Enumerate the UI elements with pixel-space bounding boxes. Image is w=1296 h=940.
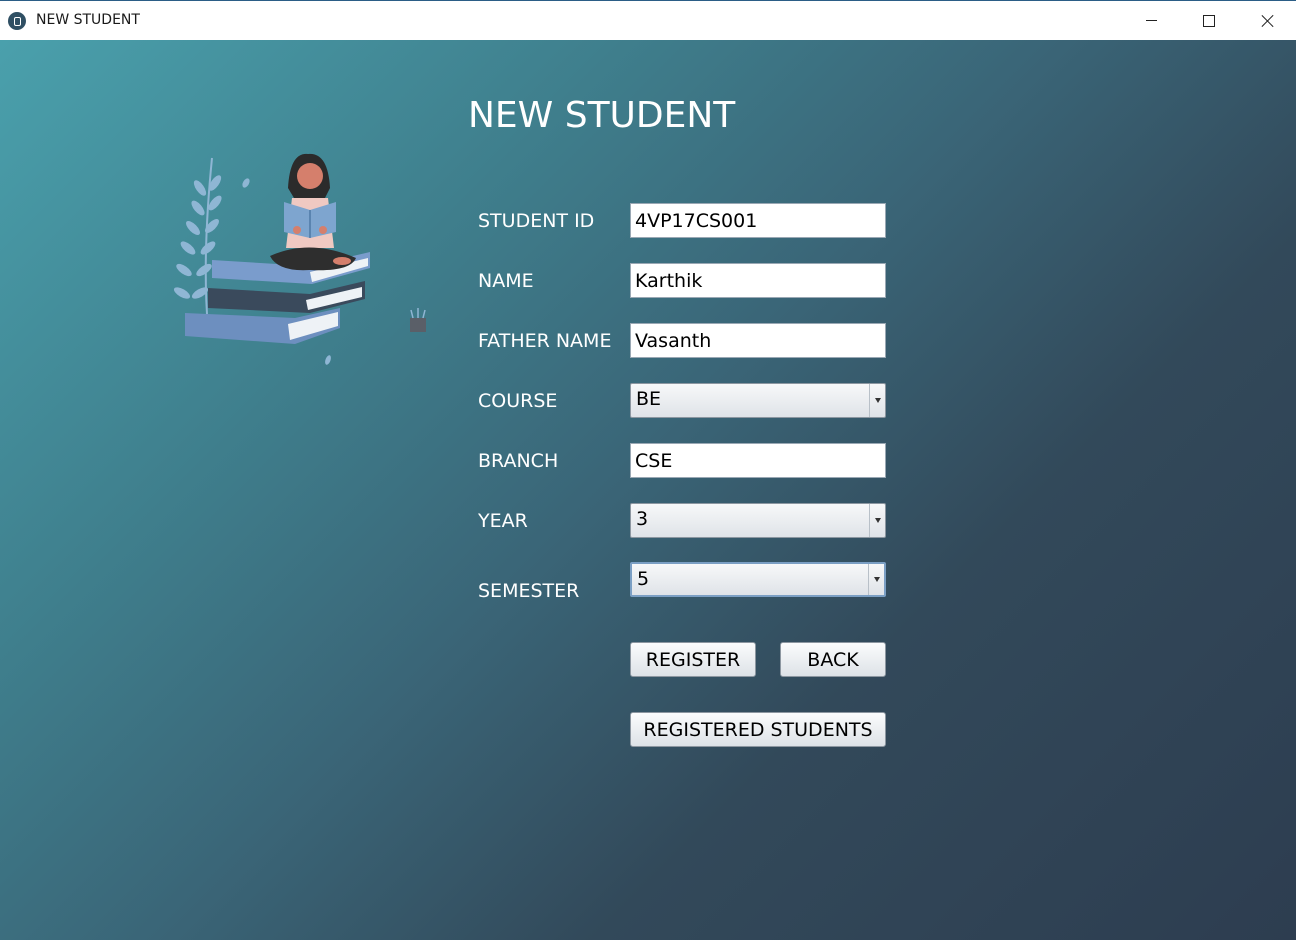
page-title: NEW STUDENT (468, 95, 736, 136)
content-panel: NEW STUDENT STUDENT ID NAME FATHER NAME … (0, 40, 1296, 940)
branch-label: BRANCH (478, 450, 559, 472)
person-reading-icon (270, 153, 356, 271)
semester-select-value: 5 (637, 568, 650, 590)
year-select[interactable]: 3 (630, 503, 886, 538)
registered-students-button[interactable]: REGISTERED STUDENTS (630, 712, 886, 747)
name-label: NAME (478, 270, 534, 292)
student-reading-illustration (173, 153, 426, 365)
father-name-input[interactable] (630, 323, 886, 358)
student-id-label: STUDENT ID (478, 210, 595, 232)
register-button[interactable]: REGISTER (630, 642, 756, 677)
window-title-bar: NEW STUDENT (0, 0, 1296, 40)
dropdown-arrow-icon[interactable] (869, 384, 885, 417)
dropdown-arrow-icon[interactable] (868, 564, 884, 595)
course-select[interactable]: BE (630, 383, 886, 418)
app-icon (8, 12, 26, 30)
maximize-icon (1203, 14, 1215, 27)
semester-label: SEMESTER (478, 580, 580, 602)
course-select-value: BE (636, 388, 662, 410)
maximize-button[interactable] (1186, 1, 1232, 40)
pot-icon (410, 308, 426, 332)
year-select-value: 3 (636, 508, 649, 530)
name-input[interactable] (630, 263, 886, 298)
course-label: COURSE (478, 390, 558, 412)
father-name-label: FATHER NAME (478, 330, 612, 352)
year-label: YEAR (478, 510, 528, 532)
dropdown-arrow-icon[interactable] (869, 504, 885, 537)
branch-input[interactable] (630, 443, 886, 478)
semester-select[interactable]: 5 (630, 562, 886, 597)
student-id-input[interactable] (630, 203, 886, 238)
minimize-button[interactable] (1128, 1, 1174, 40)
close-icon (1261, 14, 1275, 28)
minimize-icon (1145, 20, 1157, 21)
close-button[interactable] (1245, 1, 1291, 40)
back-button[interactable]: BACK (780, 642, 886, 677)
window-title: NEW STUDENT (36, 12, 140, 28)
